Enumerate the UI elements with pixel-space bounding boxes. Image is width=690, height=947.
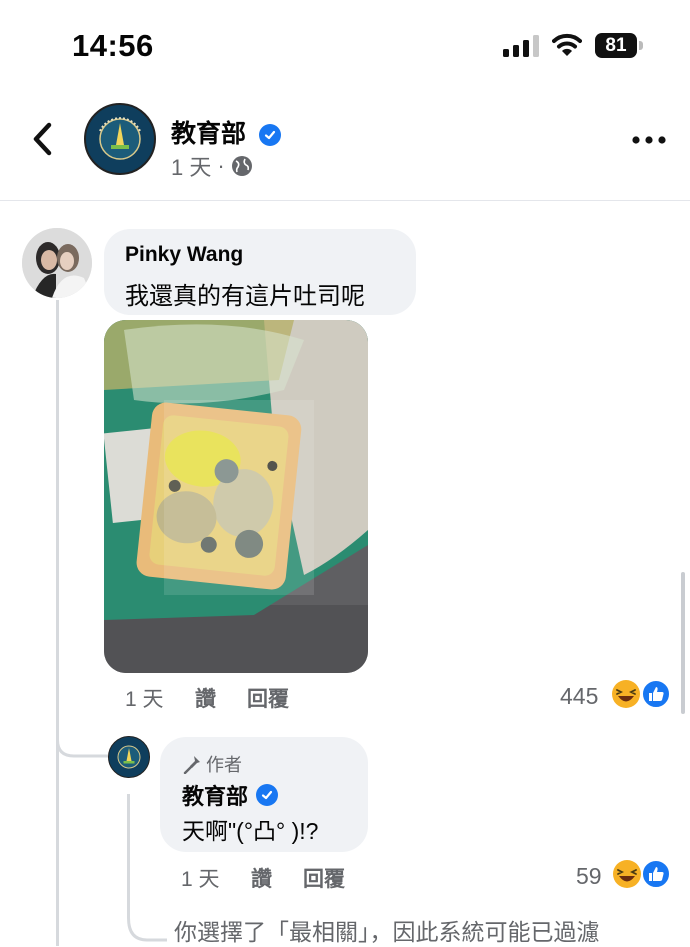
globe-icon [231,156,252,176]
reply-time-text[interactable]: 1 天 [181,868,220,891]
reply-thread-connector [127,890,167,942]
post-time: 1 天 [171,155,212,180]
cellular-signal-icon [503,35,539,57]
author-badge: 作者 [182,751,242,777]
comment-reply-button[interactable]: 回覆 [247,683,289,713]
comment-actions: 1 天 [125,683,164,713]
comment-time[interactable]: 1 天 [125,688,164,711]
author-badge-icon [183,756,200,774]
meta-separator: · [217,153,225,178]
like-reaction-icon[interactable] [641,679,671,709]
reply-author[interactable]: 教育部 [182,779,279,811]
like-reaction-icon[interactable] [641,859,671,889]
relevance-filter-notice: 你選擇了「最相關」，因此系統可能已過濾 [174,919,600,945]
reply-page-avatar[interactable] [108,736,150,778]
reply-like-button[interactable]: 讚 [251,863,272,893]
status-time: 14:56 [72,28,154,63]
reply-author-name[interactable]: 教育部 [182,779,248,811]
haha-reaction-icon[interactable] [611,679,641,709]
post-meta: 1 天 · [171,150,253,182]
back-arrow-icon[interactable] [30,121,54,157]
author-badge-label: 作者 [206,755,242,775]
battery-level: 81 [595,33,637,58]
commenter-avatar[interactable] [22,228,92,298]
wifi-icon [552,33,582,56]
reply-time[interactable]: 1 天 [181,863,220,893]
comment-text: 我還真的有這片吐司呢 [125,283,365,310]
page-name[interactable]: 教育部 [171,114,281,150]
page-avatar[interactable] [84,103,156,175]
more-options-icon[interactable] [632,136,666,144]
thread-line [56,300,59,946]
reply-reaction-count[interactable]: 59 [576,863,602,890]
reply-text: 天啊"(°凸° )!? [182,818,319,844]
thread-connector [56,718,110,758]
comment-reaction-count[interactable]: 445 [560,683,598,710]
header-divider [0,200,690,201]
battery-icon: 81 [595,33,645,58]
verified-badge-icon [256,784,279,806]
comment-like-button[interactable]: 讚 [195,683,216,713]
haha-reaction-icon[interactable] [612,859,642,889]
reply-reply-button[interactable]: 回覆 [303,863,345,893]
comment-photo[interactable] [104,320,368,673]
verified-badge-icon [258,124,281,147]
comment-author[interactable]: Pinky Wang [125,243,243,267]
reply-thread-line [127,794,130,894]
scrollbar[interactable] [681,572,685,714]
page-name-text[interactable]: 教育部 [171,120,246,148]
